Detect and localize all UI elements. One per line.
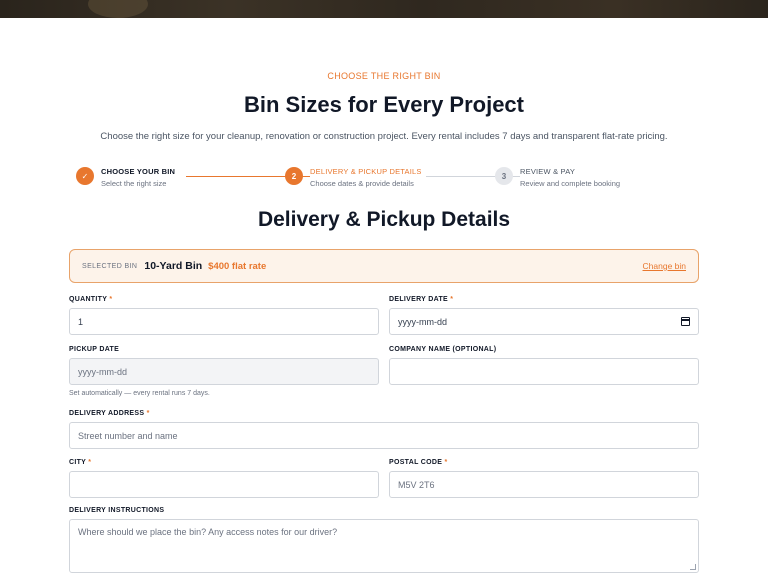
pickup-date-label-text: PICKUP DATE [69, 346, 120, 353]
city-input[interactable] [69, 471, 379, 498]
required-marker: * [109, 296, 113, 303]
selected-bin-summary: SELECTED BIN 10-Yard Bin $400 flat rate … [69, 249, 699, 283]
city-label-text: CITY [69, 459, 87, 466]
quantity-label-text: QUANTITY [69, 296, 108, 303]
eyebrow-text: CHOOSE THE RIGHT BIN [327, 71, 441, 81]
selected-bin-name: 10-Yard Bin [144, 260, 203, 272]
delivery-instructions-label: DELIVERY INSTRUCTIONS [69, 507, 164, 514]
company-name-label: COMPANY NAME (OPTIONAL) [389, 346, 496, 353]
pickup-date-placeholder: yyyy-mm-dd [78, 366, 127, 377]
step-number: 2 [285, 167, 303, 185]
step-review-pay[interactable]: 3 REVIEW & PAY Review and complete booki… [495, 165, 625, 188]
section-title: Delivery & Pickup Details [257, 208, 511, 231]
delivery-instructions-textarea[interactable]: Where should we place the bin? Any acces… [69, 519, 699, 573]
delivery-address-label-text: DELIVERY ADDRESS [69, 410, 145, 417]
delivery-instructions-placeholder: Where should we place the bin? Any acces… [78, 527, 338, 537]
step-choose-bin[interactable]: ✓ CHOOSE YOUR BIN Select the right size [76, 165, 180, 188]
page-subtitle: Choose the right size for your cleanup, … [100, 131, 668, 142]
selected-bin-price: $400 flat rate [208, 260, 267, 272]
step-subtitle: Choose dates & provide details [310, 179, 414, 188]
resize-handle-icon[interactable] [690, 564, 696, 570]
step-title: DELIVERY & PICKUP DETAILS [310, 167, 422, 176]
city-label: CITY * [69, 459, 91, 466]
pickup-date-input: yyyy-mm-dd [69, 358, 379, 385]
quantity-label: QUANTITY * [69, 296, 112, 303]
delivery-address-label: DELIVERY ADDRESS * [69, 410, 150, 417]
change-bin-link[interactable]: Change bin [643, 261, 686, 271]
selected-bin-label: SELECTED BIN [82, 262, 138, 270]
postal-code-input[interactable]: M5V 2T6 [389, 471, 699, 498]
page-title: Bin Sizes for Every Project [244, 92, 524, 117]
step-subtitle: Select the right size [101, 179, 167, 188]
delivery-date-placeholder: yyyy-mm-dd [398, 316, 447, 327]
hero-image-strip [0, 0, 768, 18]
postal-code-label: POSTAL CODE * [389, 459, 448, 466]
step-delivery-details[interactable]: 2 DELIVERY & PICKUP DETAILS Choose dates… [285, 165, 426, 188]
step-subtitle: Review and complete booking [520, 179, 621, 188]
company-name-input[interactable] [389, 358, 699, 385]
required-marker: * [444, 459, 448, 466]
company-name-label-text: COMPANY NAME (OPTIONAL) [389, 346, 497, 353]
delivery-address-placeholder: Street number and name [78, 430, 178, 441]
step-title: CHOOSE YOUR BIN [101, 167, 176, 176]
delivery-date-input[interactable]: yyyy-mm-dd [389, 308, 699, 335]
pickup-date-label: PICKUP DATE [69, 346, 119, 353]
step-title: REVIEW & PAY [520, 167, 576, 176]
booking-stepper: ✓ CHOOSE YOUR BIN Select the right size … [76, 165, 696, 191]
pickup-date-helper: Set automatically — every rental runs 7 … [69, 390, 210, 397]
required-marker: * [146, 410, 150, 417]
required-marker: * [450, 296, 454, 303]
step-number: 3 [495, 167, 513, 185]
postal-code-placeholder: M5V 2T6 [398, 479, 435, 490]
quantity-value: 1 [78, 316, 84, 327]
delivery-date-label: DELIVERY DATE * [389, 296, 453, 303]
delivery-date-label-text: DELIVERY DATE [389, 296, 449, 303]
delivery-address-input[interactable]: Street number and name [69, 422, 699, 449]
required-marker: * [88, 459, 92, 466]
calendar-icon[interactable] [680, 317, 690, 326]
delivery-instructions-label-text: DELIVERY INSTRUCTIONS [69, 507, 165, 514]
postal-code-label-text: POSTAL CODE [389, 459, 443, 466]
quantity-input[interactable]: 1 [69, 308, 379, 335]
check-icon: ✓ [76, 167, 94, 185]
